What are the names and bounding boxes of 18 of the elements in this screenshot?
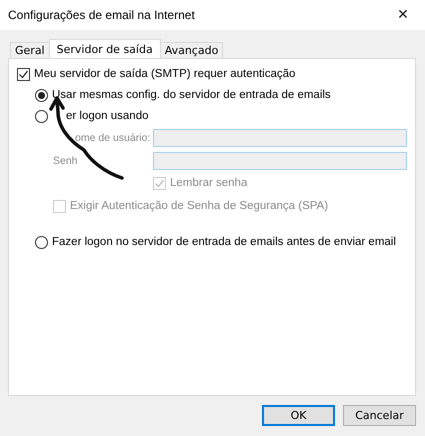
checkbox-label: Lembrar senha	[170, 177, 248, 189]
checkbox-label: Meu servidor de saída (SMTP) requer autenticação	[34, 68, 296, 80]
dialog-button[interactable]: OK	[262, 405, 335, 426]
dialog-button[interactable]: Cancelar	[343, 405, 416, 426]
radio-label: er logon usando	[66, 110, 148, 122]
radio-label: Fazer logon no servidor de entrada de emails antes de enviar email	[52, 236, 396, 248]
tab[interactable]: Avançado	[160, 42, 224, 58]
checkbox[interactable]	[17, 68, 30, 80]
radio-button[interactable]	[35, 110, 48, 122]
field-label: ome de usuário:	[75, 132, 150, 144]
tab[interactable]: Servidor de saída	[48, 39, 161, 58]
tab[interactable]: Geral	[10, 42, 50, 58]
radio-button[interactable]	[35, 88, 48, 102]
checkbox-label: Exigir Autenticação de Senha de Segurança (SPA)	[70, 200, 328, 212]
close-button[interactable]: ✕	[381, 0, 425, 30]
window-title: Configurações de email na Internet	[8, 8, 195, 22]
field-label: Senh	[53, 155, 78, 167]
radio-button[interactable]	[35, 236, 48, 248]
